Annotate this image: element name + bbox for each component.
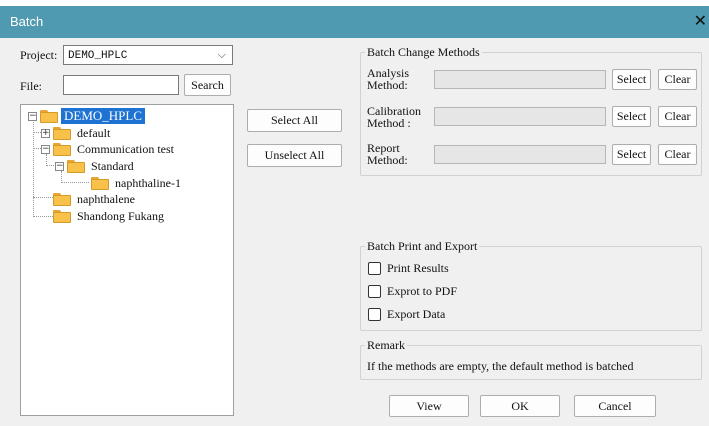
tree-node[interactable]: naphthaline-1 <box>91 175 184 191</box>
tree-node-label: naphthaline-1 <box>115 175 181 190</box>
tree-line <box>33 216 53 217</box>
tree-node-root[interactable]: − DEMO_HPLC <box>28 108 146 124</box>
report-method-field[interactable] <box>434 145 606 164</box>
calibration-method-label: Calibration Method : <box>367 105 421 129</box>
project-value: DEMO_HPLC <box>68 50 128 62</box>
remark-text: If the methods are empty, the default me… <box>367 359 634 373</box>
export-pdf-option[interactable]: Exprot to PDF <box>368 284 457 299</box>
collapse-icon[interactable]: − <box>41 144 50 154</box>
select-all-button[interactable]: Select All <box>247 109 342 132</box>
folder-icon <box>53 192 71 206</box>
export-data-label: Export Data <box>387 307 446 321</box>
analysis-method-field[interactable] <box>434 70 606 89</box>
print-results-checkbox[interactable] <box>368 262 381 275</box>
title-bar: Batch ✕ <box>0 6 709 38</box>
export-data-option[interactable]: Export Data <box>368 307 445 322</box>
calibration-method-label-line2: Method : <box>367 116 411 130</box>
folder-icon <box>40 109 58 123</box>
tree-node[interactable]: − Standard <box>55 158 137 174</box>
report-method-select-button[interactable]: Select <box>612 144 651 165</box>
calibration-method-field[interactable] <box>434 107 606 126</box>
search-button[interactable]: Search <box>184 74 231 96</box>
expand-icon[interactable]: + <box>41 128 50 138</box>
tree-line <box>61 182 89 183</box>
export-pdf-checkbox[interactable] <box>368 285 381 298</box>
window-title: Batch <box>10 14 44 29</box>
calibration-method-clear-button[interactable]: Clear <box>658 106 697 127</box>
project-label: Project: <box>20 48 58 62</box>
report-method-clear-button[interactable]: Clear <box>658 144 697 165</box>
export-data-checkbox[interactable] <box>368 308 381 321</box>
tree-node[interactable]: naphthalene <box>53 191 138 207</box>
file-label: File: <box>20 79 43 93</box>
batch-change-methods-title: Batch Change Methods <box>367 45 480 59</box>
tree-node[interactable]: − Communication test <box>41 141 177 157</box>
batch-dialog: Batch ✕ Project: DEMO_HPLC ⌵ File: Searc… <box>0 0 709 426</box>
tree-line <box>33 122 34 217</box>
project-dropdown[interactable]: DEMO_HPLC ⌵ <box>63 45 233 65</box>
tree-node-label: default <box>77 125 111 140</box>
calibration-method-select-button[interactable]: Select <box>612 106 651 127</box>
ok-button[interactable]: OK <box>480 395 560 417</box>
folder-icon <box>67 159 85 173</box>
analysis-method-select-button[interactable]: Select <box>612 69 651 90</box>
remark-title: Remark <box>367 338 405 352</box>
folder-icon <box>53 142 71 156</box>
collapse-icon[interactable]: − <box>55 161 64 171</box>
close-icon[interactable]: ✕ <box>694 11 707 30</box>
print-results-option[interactable]: Print Results <box>368 261 449 276</box>
chevron-down-icon: ⌵ <box>217 48 226 61</box>
analysis-method-label-line2: Method: <box>367 78 408 92</box>
collapse-icon[interactable]: − <box>28 111 37 121</box>
analysis-method-clear-button[interactable]: Clear <box>658 69 697 90</box>
tree-node-label: naphthalene <box>77 191 135 206</box>
tree-node[interactable]: Shandong Fukang <box>53 208 167 224</box>
print-results-label: Print Results <box>387 261 449 275</box>
folder-icon <box>91 176 109 190</box>
analysis-method-label: Analysis Method: <box>367 67 409 91</box>
report-method-label: Report Method: <box>367 142 408 166</box>
report-method-label-line2: Method: <box>367 153 408 167</box>
batch-print-export-title: Batch Print and Export <box>367 239 478 253</box>
tree-line <box>33 197 53 198</box>
tree-node[interactable]: + default <box>41 125 113 141</box>
view-button[interactable]: View <box>389 395 469 417</box>
tree-node-label: Standard <box>91 158 134 173</box>
project-tree[interactable]: − DEMO_HPLC + default − Communication te… <box>20 104 234 416</box>
tree-node-label: DEMO_HPLC <box>61 108 146 124</box>
file-input[interactable] <box>63 75 179 95</box>
tree-node-label: Shandong Fukang <box>77 208 164 223</box>
cancel-button[interactable]: Cancel <box>574 395 656 417</box>
tree-node-label: Communication test <box>77 141 174 156</box>
folder-icon <box>53 126 71 140</box>
export-pdf-label: Exprot to PDF <box>387 284 458 298</box>
folder-icon <box>53 209 71 223</box>
unselect-all-button[interactable]: Unselect All <box>247 144 342 167</box>
